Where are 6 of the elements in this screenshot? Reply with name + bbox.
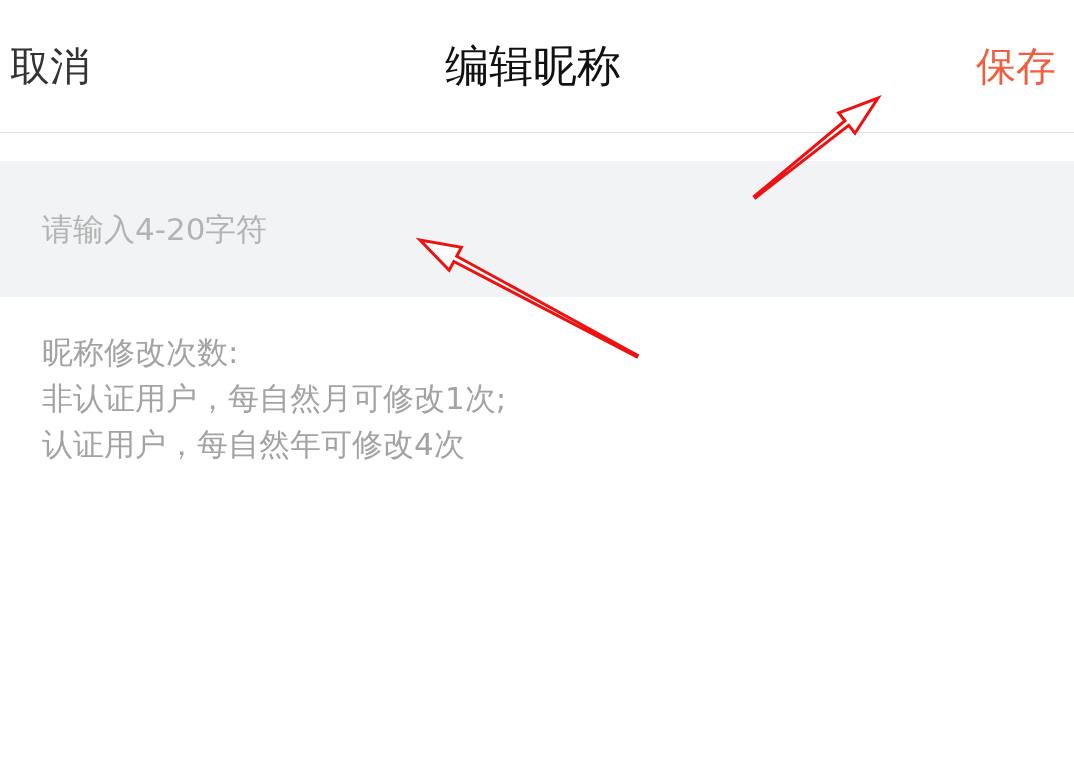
page-title: 编辑昵称 [445,38,621,93]
cancel-button[interactable]: 取消 [10,38,90,94]
nickname-field[interactable]: 请输入4-20字符 [0,161,1074,297]
rule-text: 认证用户，每自然年可修改4次 [42,425,466,464]
rule-text: 昵称修改次数: [42,333,240,372]
rule-text: 非认证用户，每自然月可修改1次; [42,379,508,418]
